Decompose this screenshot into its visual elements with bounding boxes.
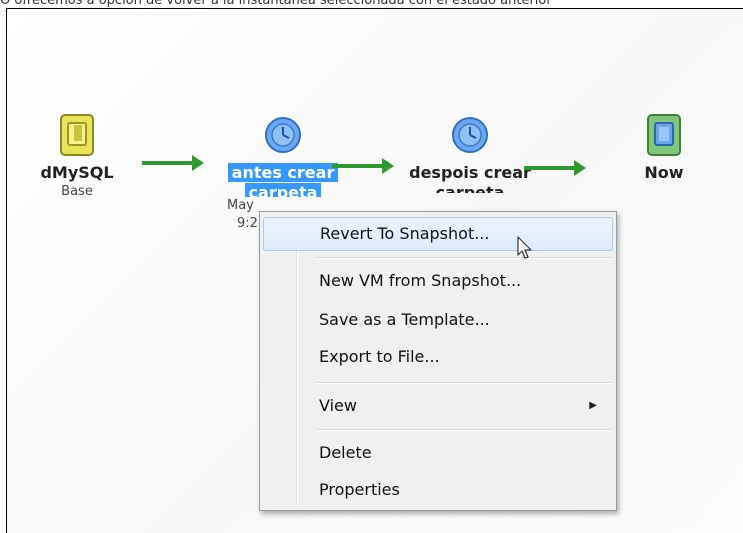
- submenu-arrow-icon: ▶: [589, 400, 597, 411]
- arrow-2: [332, 158, 394, 174]
- menu-separator: [316, 257, 612, 259]
- menu-item-label: Export to File...: [319, 347, 440, 366]
- menu-item-label: View: [319, 396, 357, 415]
- mouse-pointer-icon: [517, 236, 532, 259]
- menu-item-label: Save as a Template...: [319, 310, 490, 329]
- node-title: dMySQL: [40, 163, 114, 182]
- menu-separator: [316, 429, 612, 431]
- node-title-line1: antes crear: [227, 163, 339, 182]
- arrow-1: [142, 155, 204, 171]
- vm-base-icon: [60, 114, 94, 156]
- vm-current-icon: [647, 114, 681, 156]
- snapshot-clock-icon: [265, 117, 301, 153]
- node-subtitle: Base: [61, 184, 93, 199]
- top-caption: O ofrecemos a opción de volver a la inst…: [0, 0, 552, 8]
- snapshot-node-dmysql[interactable]: dMySQL Base: [37, 111, 117, 201]
- arrow-3: [524, 160, 586, 176]
- node-title-line2: carpeta: [435, 183, 505, 193]
- snapshot-clock-icon: [452, 117, 488, 153]
- node-title-line2-wrap: carpeta: [223, 183, 343, 197]
- node-title: antes crear: [223, 163, 343, 183]
- menu-item-label: Properties: [319, 480, 400, 499]
- menu-item-delete[interactable]: Delete: [263, 436, 613, 470]
- menu-item-new-vm-from-snapshot[interactable]: New VM from Snapshot...: [263, 264, 613, 298]
- menu-item-label: New VM from Snapshot...: [319, 271, 522, 290]
- snapshot-node-despois-crear[interactable]: despois crear carpeta: [405, 111, 535, 193]
- menu-item-save-as-template[interactable]: Save as a Template...: [263, 303, 613, 337]
- menu-item-export-to-file[interactable]: Export to File...: [263, 340, 613, 374]
- menu-item-label: Delete: [319, 443, 372, 462]
- menu-item-properties[interactable]: Properties: [263, 473, 613, 507]
- snapshot-node-now[interactable]: Now: [624, 111, 704, 183]
- menu-separator: [316, 382, 612, 384]
- node-title: despois crear: [409, 163, 531, 182]
- menu-item-label: Revert To Snapshot...: [320, 224, 490, 243]
- node-title: Now: [644, 163, 684, 182]
- menu-item-view[interactable]: View ▶: [263, 389, 613, 423]
- menu-item-revert-to-snapshot[interactable]: Revert To Snapshot...: [263, 217, 613, 251]
- context-menu: Revert To Snapshot... New VM from Snapsh…: [259, 211, 617, 511]
- node-title-line2: carpeta: [244, 183, 322, 197]
